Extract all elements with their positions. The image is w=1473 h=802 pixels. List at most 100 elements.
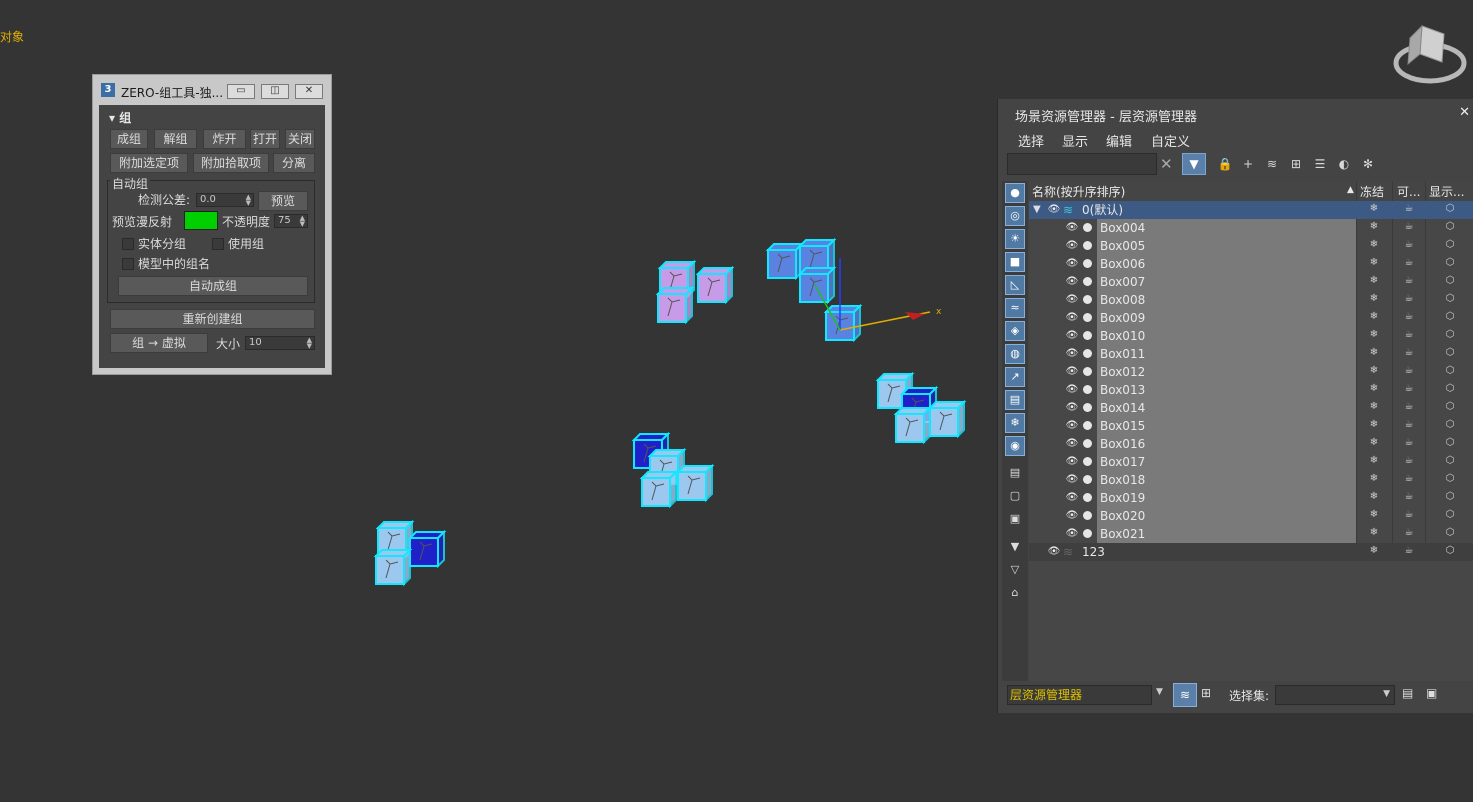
lights-filter-icon[interactable]: ☀ [1005,229,1025,249]
freeze-icon[interactable]: ❄ [1367,383,1381,394]
object-row[interactable]: 👁 Box017 ❄ ☕ ⬡ [1029,453,1473,471]
display-icon[interactable]: ⬡ [1443,329,1457,340]
group-name-checkbox[interactable] [122,258,134,270]
visible-column-header[interactable]: 可... [1397,183,1420,200]
display-icon[interactable]: ⬡ [1443,419,1457,430]
new-selection-set-icon[interactable]: ▣ [1426,686,1437,700]
eye-icon[interactable]: 👁 [1065,456,1079,468]
size-spinner[interactable]: 10 ▲ ▼ [245,336,315,350]
display-column-header[interactable]: 显示... [1429,183,1464,200]
opacity-spinner[interactable]: 75 ▲ ▼ [274,214,308,228]
attach-selected-button[interactable]: 附加选定项 [110,153,188,173]
chevron-down-icon[interactable]: ▼ [1156,687,1163,697]
maximize-button[interactable]: ◫ [261,84,289,99]
preview-color-swatch[interactable] [184,211,218,230]
freeze-icon[interactable]: ❄ [1367,473,1381,484]
xrefs-filter-icon[interactable]: ◍ [1005,344,1025,364]
layer-mode-icon[interactable]: ≋ [1173,683,1197,707]
eye-icon[interactable]: 👁 [1065,330,1079,342]
display-icon[interactable]: ⬡ [1443,383,1457,394]
freeze-icon[interactable]: ❄ [1367,347,1381,358]
freeze-icon[interactable]: ❄ [1367,329,1381,340]
display-icon[interactable]: ⬡ [1443,257,1457,268]
freeze-icon[interactable]: ❄ [1367,311,1381,322]
visible-icon[interactable]: ☕ [1402,437,1416,448]
freeze-icon[interactable]: ❄ [1367,491,1381,502]
display-icon[interactable]: ⬡ [1443,527,1457,538]
display-icon[interactable]: ⬡ [1443,491,1457,502]
select-none-icon[interactable]: ▢ [1005,487,1025,507]
visible-icon[interactable]: ☕ [1402,257,1416,268]
object-row[interactable]: 👁 Box019 ❄ ☕ ⬡ [1029,489,1473,507]
menu-select[interactable]: 选择 [1018,131,1044,150]
display-icon[interactable]: ⬡ [1443,545,1457,556]
hierarchy-icon[interactable]: ⊞ [1288,156,1304,172]
object-row[interactable]: 👁 Box015 ❄ ☕ ⬡ [1029,417,1473,435]
object-row[interactable]: 👁 Box009 ❄ ☕ ⬡ [1029,309,1473,327]
use-group-checkbox[interactable] [212,238,224,250]
freeze-icon[interactable]: ❄ [1367,257,1381,268]
visible-icon[interactable]: ☕ [1402,329,1416,340]
freeze-icon[interactable]: ❄ [1367,419,1381,430]
display-icon[interactable]: ⬡ [1443,293,1457,304]
object-row[interactable]: 👁 Box014 ❄ ☕ ⬡ [1029,399,1473,417]
preview-button[interactable]: 预览 [258,191,308,211]
minimize-button[interactable]: ▭ [227,84,255,99]
visible-icon[interactable]: ☕ [1402,509,1416,520]
layer-row[interactable]: ▼ 👁 ≋ 0(默认) ❄ ☕ ⬡ [1029,201,1473,219]
display-icon[interactable]: ⬡ [1443,311,1457,322]
display-icon[interactable]: ⬡ [1443,365,1457,376]
object-row[interactable]: 👁 Box005 ❄ ☕ ⬡ [1029,237,1473,255]
search-input[interactable] [1007,153,1157,175]
visible-icon[interactable]: ☕ [1402,275,1416,286]
freeze-icon[interactable]: ❄ [1367,527,1381,538]
visible-icon[interactable]: ☕ [1402,455,1416,466]
visible-icon[interactable]: ☕ [1402,527,1416,538]
eye-icon[interactable]: 👁 [1065,492,1079,504]
close-group-button[interactable]: 关闭 [285,129,315,149]
auto-group-button[interactable]: 自动成组 [118,276,308,296]
display-icon[interactable]: ⬡ [1443,239,1457,250]
display-icon[interactable]: ⬡ [1443,437,1457,448]
frozen-filter-icon[interactable]: ❄ [1005,413,1025,433]
recreate-group-button[interactable]: 重新创建组 [110,309,315,329]
visible-icon[interactable]: ☕ [1402,401,1416,412]
freeze-column-header[interactable]: 冻结 [1360,183,1384,200]
eye-icon[interactable]: 👁 [1065,402,1079,414]
layer-row[interactable]: 👁 ≋ 123 ❄ ☕ ⬡ [1029,543,1473,561]
visible-icon[interactable]: ☕ [1402,311,1416,322]
object-row[interactable]: 👁 Box007 ❄ ☕ ⬡ [1029,273,1473,291]
solid-split-checkbox[interactable] [122,238,134,250]
hierarchy-mode-icon[interactable]: ⊞ [1201,686,1211,700]
window-titlebar[interactable]: 3 ZERO-组工具-独... ▭ ◫ ✕ [93,75,331,105]
visible-icon[interactable]: ☕ [1402,239,1416,250]
object-row[interactable]: 👁 Box016 ❄ ☕ ⬡ [1029,435,1473,453]
freeze-icon[interactable]: ❄ [1367,239,1381,250]
visible-icon[interactable]: ☕ [1402,221,1416,232]
object-row[interactable]: 👁 Box021 ❄ ☕ ⬡ [1029,525,1473,543]
eye-icon[interactable]: 👁 [1065,258,1079,270]
freeze-icon[interactable]: ❄ [1367,509,1381,520]
freeze-icon[interactable]: ❄ [1367,401,1381,412]
stack-icon[interactable]: ☰ [1312,156,1328,172]
eye-icon[interactable]: 👁 [1065,366,1079,378]
eye-icon[interactable]: 👁 [1065,510,1079,522]
visible-icon[interactable]: ☕ [1402,419,1416,430]
highlight-icon[interactable]: ◐ [1336,156,1352,172]
close-icon[interactable]: ✕ [1459,105,1470,120]
viewcube-icon[interactable] [1392,18,1470,90]
visible-icon[interactable]: ☕ [1402,203,1416,214]
visible-icon[interactable]: ☕ [1402,347,1416,358]
shapes-filter-icon[interactable]: ◎ [1005,206,1025,226]
eye-icon[interactable]: 👁 [1065,240,1079,252]
filter-toggle-icon[interactable]: ▼ [1182,153,1206,175]
tolerance-spinner[interactable]: 0.0 ▲ ▼ [196,193,254,207]
filter-funnel-icon[interactable]: ▼ [1005,538,1025,558]
visible-icon[interactable]: ☕ [1402,293,1416,304]
display-icon[interactable]: ⬡ [1443,401,1457,412]
selection-set-dropdown[interactable]: ▼ [1275,685,1395,705]
freeze-icon[interactable]: ❄ [1367,275,1381,286]
freeze-icon[interactable]: ❄ [1367,293,1381,304]
lock-icon[interactable]: 🔒 [1217,156,1233,172]
eye-icon[interactable]: 👁 [1065,294,1079,306]
